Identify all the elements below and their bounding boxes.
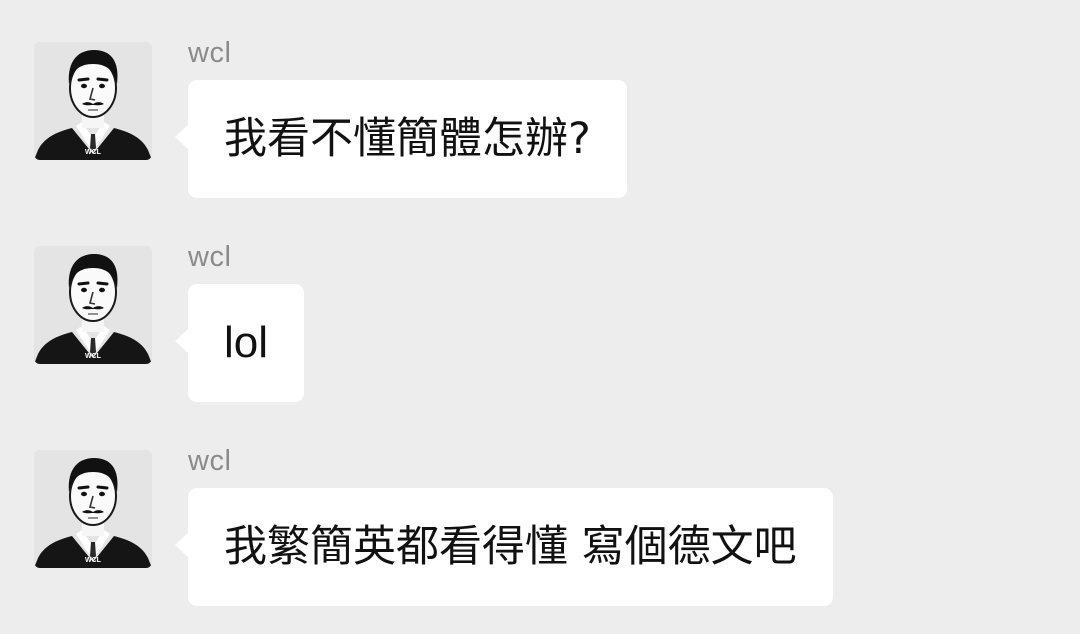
- avatar[interactable]: WCL: [34, 42, 152, 160]
- message-text: 我看不懂簡體怎辦?: [224, 114, 591, 164]
- svg-text:WCL: WCL: [85, 557, 102, 564]
- message-bubble[interactable]: lol: [174, 284, 305, 402]
- portrait-icon: WCL: [34, 450, 152, 568]
- sender-name: wcl: [188, 37, 232, 69]
- svg-text:WCL: WCL: [85, 149, 102, 156]
- svg-text:WCL: WCL: [85, 353, 102, 360]
- sender-name: wcl: [188, 445, 232, 477]
- message-bubble[interactable]: 我看不懂簡體怎辦?: [175, 80, 627, 198]
- portrait-icon: WCL: [34, 246, 152, 364]
- avatar[interactable]: WCL: [34, 246, 152, 364]
- avatar[interactable]: WCL: [34, 450, 152, 568]
- message-text: 我繁簡英都看得懂 寫個德文吧: [224, 522, 797, 572]
- message-bubble[interactable]: 我繁簡英都看得懂 寫個德文吧: [175, 488, 833, 606]
- message-text: lol: [224, 318, 269, 367]
- portrait-icon: WCL: [34, 42, 152, 160]
- sender-name: wcl: [188, 241, 232, 273]
